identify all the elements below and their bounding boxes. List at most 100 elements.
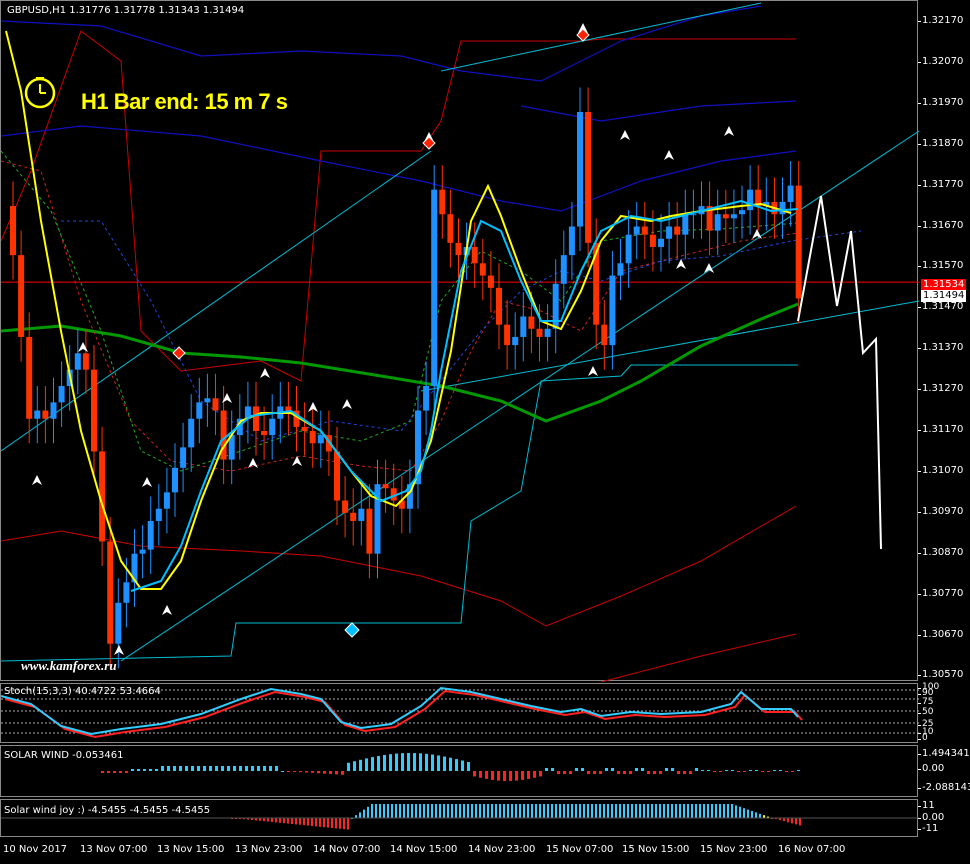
fractal-arrow-icon (664, 150, 674, 160)
solar-wind-bar (275, 766, 278, 771)
solar-wind-bar (467, 761, 470, 771)
solar-wind-bar (419, 753, 422, 771)
candle (212, 373, 219, 436)
watermark-text: www.kamforex.ru (21, 658, 117, 673)
solar-joy-bar (575, 804, 577, 818)
solar-joy-bar (599, 804, 601, 818)
candle (91, 345, 97, 476)
solar-joy-bar (647, 804, 649, 818)
solar-joy-bar (479, 804, 481, 818)
solar-wind-bar (347, 762, 350, 771)
price-tick-label: 1.31870 (917, 137, 964, 149)
solar-joy-bar (431, 804, 433, 818)
solar-wind-bar (167, 766, 170, 771)
candle (520, 291, 527, 362)
solar-joy-bar (439, 804, 441, 818)
wind-level-max: 1.494341 (918, 748, 970, 759)
solar-joy-bar (299, 818, 301, 825)
solar-wind-bar (557, 771, 560, 774)
price-tick-label: 1.31470 (917, 301, 964, 313)
solar-joy-bar (699, 804, 701, 818)
ohlc-values: 1.31776 1.31778 1.31343 1.31494 (69, 5, 245, 16)
candle (285, 381, 292, 436)
signal-diamond-icon (422, 136, 436, 150)
solar-wind-bar (515, 771, 518, 781)
symbol-header: GBPUSD,H1 1.31776 1.31778 1.31343 1.3149… (7, 5, 244, 16)
solar-wind-bar (605, 768, 608, 771)
solar-wind-bar (269, 766, 272, 771)
fractal-arrow-icon (588, 366, 598, 376)
candle (658, 214, 664, 272)
upper-band-line (1, 125, 797, 212)
solar-joy-bar (551, 804, 553, 818)
time-tick-label: 14 Nov 23:00 (468, 844, 536, 855)
solar-wind-joy-axis: 11 0.00 -11 (917, 799, 970, 837)
solar-joy-bar (311, 818, 313, 826)
fractal-arrow-icon (676, 259, 686, 269)
candle (625, 210, 632, 288)
solar-wind-bar (671, 768, 674, 771)
candle (447, 189, 454, 268)
solar-wind-bar (143, 769, 146, 771)
solar-wind-bar (245, 766, 248, 771)
solar-wind-bar (203, 766, 206, 771)
solar-wind-bar (749, 770, 752, 771)
solar-wind-bar (761, 771, 764, 772)
candle (730, 189, 737, 243)
solar-wind-bar (533, 771, 536, 778)
price-tick-label: 1.30870 (917, 546, 964, 558)
fractal-arrow-icon (248, 458, 258, 468)
solar-wind-bar (647, 771, 650, 774)
solar-wind-bar (263, 766, 266, 771)
fractal-arrow-icon (78, 342, 88, 352)
candle (560, 230, 567, 309)
solar-joy-bar (319, 818, 321, 827)
solar-joy-bar (519, 804, 521, 818)
fractal-arrow-icon (752, 229, 762, 239)
solar-joy-bar (591, 804, 593, 818)
solar-wind-bar (719, 771, 722, 772)
solar-joy-bar (375, 804, 377, 818)
candle (374, 459, 381, 579)
solar-wind-bar (563, 771, 566, 774)
solar-joy-bar (359, 812, 361, 818)
candle (244, 381, 251, 444)
candle (577, 87, 583, 252)
candle (188, 394, 195, 472)
solar-joy-bar (627, 804, 629, 818)
solar-joy-bar (395, 804, 397, 818)
solar-joy-bar (679, 804, 681, 818)
solar-wind-bar (311, 771, 314, 773)
solar-wind-pane[interactable]: SOLAR WIND -0.053461 (0, 745, 918, 797)
candle (350, 488, 357, 546)
solar-wind-bar (653, 771, 656, 774)
solar-joy-bar (531, 804, 533, 818)
solar-wind-bar (539, 771, 542, 777)
solar-wind-bar (461, 760, 464, 771)
solar-joy-bar (563, 804, 565, 818)
solar-joy-bar (659, 804, 661, 818)
solar-wind-bar (677, 771, 680, 774)
solar-wind-bar (257, 766, 260, 771)
stochastic-pane[interactable]: Stoch(15,3,3) 40.4722 53.4664 (0, 683, 919, 743)
solar-wind-bar (755, 770, 758, 771)
solar-wind-bar (113, 771, 116, 773)
solar-wind-bar (737, 771, 740, 772)
solar-wind-joy-pane[interactable]: Solar wind joy :) -4.5455 -4.5455 -4.545… (0, 799, 919, 837)
solar-wind-bar (413, 753, 416, 771)
solar-wind-canvas[interactable] (1, 746, 919, 798)
outer-band-line-2 (520, 100, 797, 122)
solar-wind-bar (197, 766, 200, 771)
solar-joy-bar (759, 813, 761, 818)
solar-wind-bar (185, 766, 188, 771)
outer-band-line (1, 5, 762, 82)
candle (739, 185, 745, 239)
fractal-arrow-icon (724, 126, 734, 136)
solar-joy-bar (683, 804, 685, 818)
solar-joy-bar (607, 804, 609, 818)
solar-joy-bar (459, 804, 461, 818)
candle (26, 312, 33, 444)
price-chart-pane[interactable]: GBPUSD,H1 1.31776 1.31778 1.31343 1.3149… (0, 0, 919, 682)
solar-joy-bar (503, 804, 505, 818)
solar-joy-bar (331, 818, 333, 828)
